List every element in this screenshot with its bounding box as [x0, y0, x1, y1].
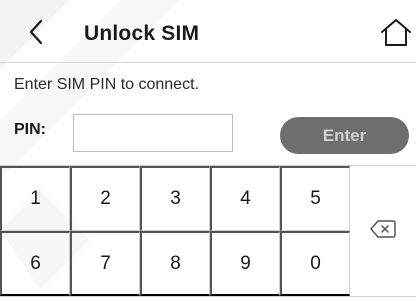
- keypad-key-1[interactable]: 1: [0, 166, 70, 231]
- keypad-key-0[interactable]: 0: [280, 231, 350, 296]
- backspace-icon: [370, 219, 396, 244]
- enter-button[interactable]: Enter: [280, 117, 409, 154]
- number-keypad: 1 2 3 4 5 6 7 8 9 0: [0, 165, 416, 297]
- page-title: Unlock SIM: [84, 22, 200, 45]
- keypad-key-4[interactable]: 4: [210, 166, 280, 231]
- keypad-key-3[interactable]: 3: [140, 166, 210, 231]
- home-icon[interactable]: [380, 18, 412, 48]
- instruction-text: Enter SIM PIN to connect.: [14, 76, 199, 93]
- top-bar: Unlock SIM: [0, 0, 416, 63]
- pin-label: PIN:: [14, 121, 46, 138]
- backspace-button[interactable]: [350, 166, 416, 296]
- keypad-key-6[interactable]: 6: [0, 231, 70, 296]
- pin-input[interactable]: [73, 114, 233, 152]
- chevron-left-icon[interactable]: [26, 18, 48, 46]
- keypad-key-5[interactable]: 5: [280, 166, 350, 231]
- keypad-key-2[interactable]: 2: [70, 166, 140, 231]
- keypad-key-9[interactable]: 9: [210, 231, 280, 296]
- keypad-key-7[interactable]: 7: [70, 231, 140, 296]
- keypad-key-8[interactable]: 8: [140, 231, 210, 296]
